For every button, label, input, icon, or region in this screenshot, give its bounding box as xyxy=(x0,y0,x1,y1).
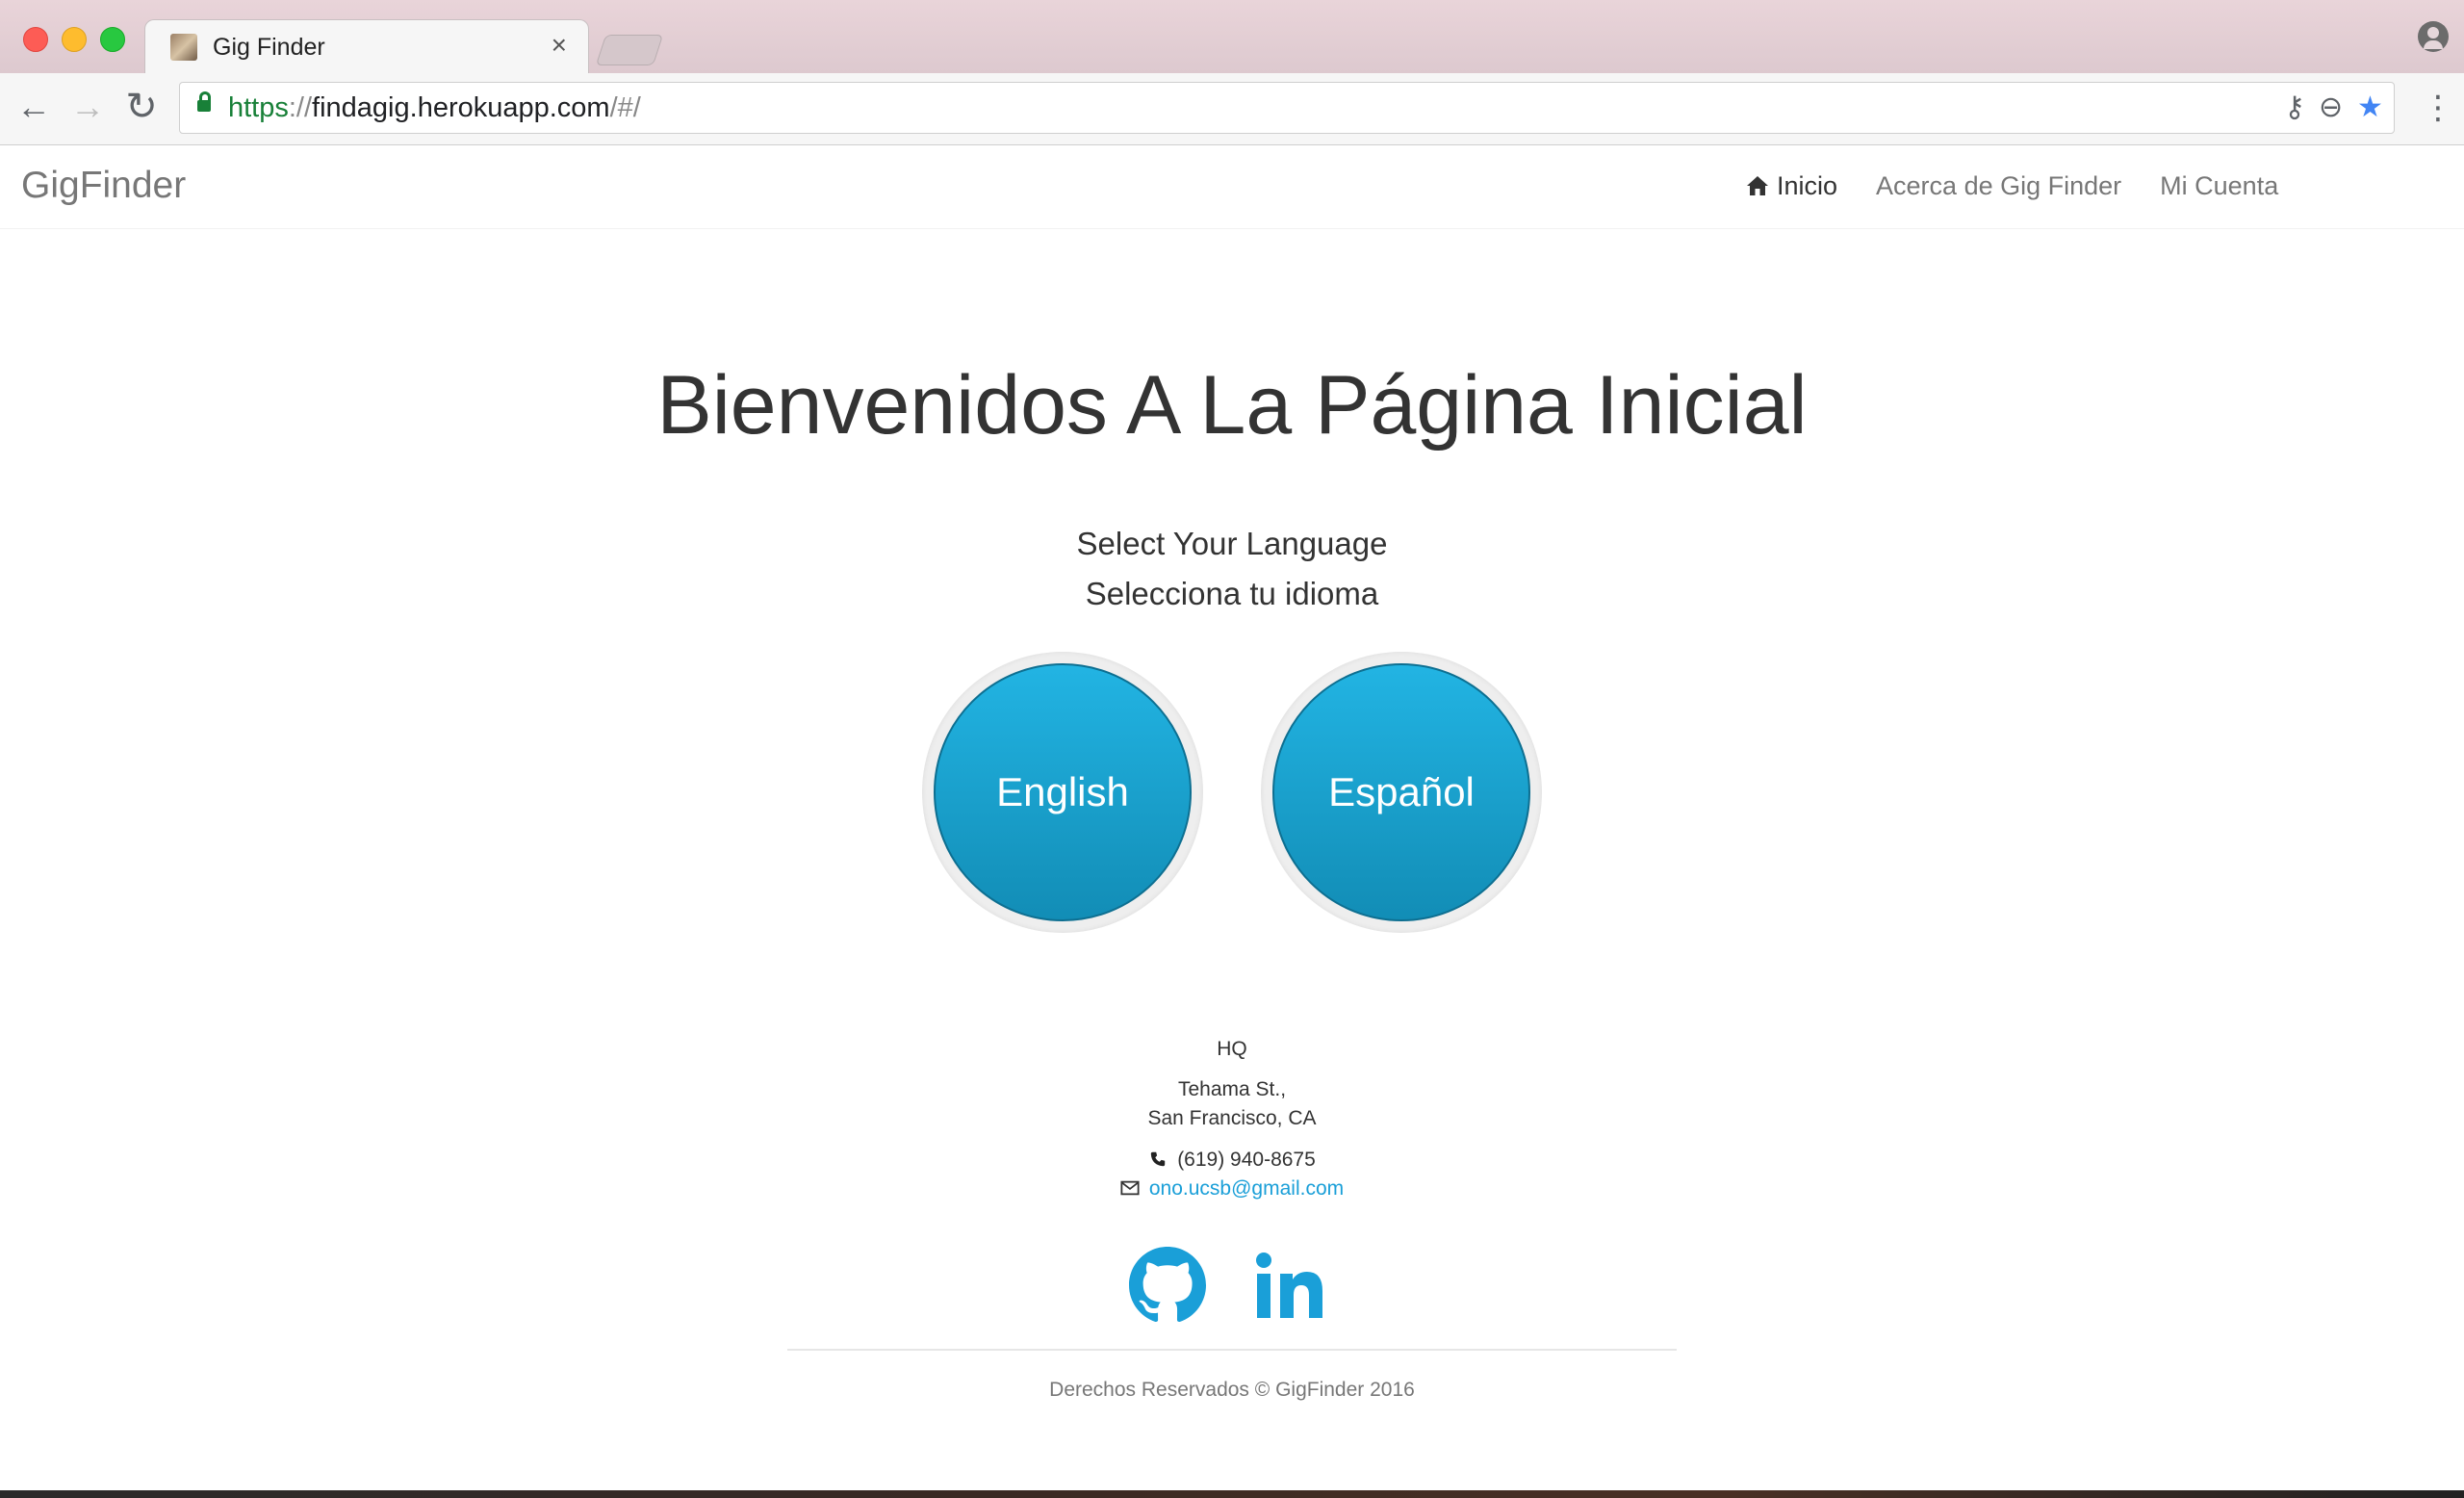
url-text[interactable]: https://findagig.herokuapp.com/#/ xyxy=(228,92,641,123)
star-icon[interactable]: ★ xyxy=(2357,92,2383,123)
tab-title: Gig Finder xyxy=(213,34,325,61)
footer-email-link[interactable]: ono.ucsb@gmail.com xyxy=(1149,1177,1344,1200)
reload-icon[interactable]: ↻ xyxy=(119,85,164,129)
spanish-button-ring: Español xyxy=(1261,652,1542,933)
maximize-window-button[interactable] xyxy=(100,27,125,52)
browser-toolbar: ← → ↻ https://findagig.herokuapp.com/#/ … xyxy=(0,73,2464,145)
footer-city: San Francisco, CA xyxy=(1147,1107,1317,1129)
nav-item-inicio[interactable]: Inicio xyxy=(1746,165,1837,207)
nav-item-label: Inicio xyxy=(1777,171,1838,200)
footer-copyright: Derechos Reservados © GigFinder 2016 xyxy=(1049,1379,1415,1401)
footer-email-row: ono.ucsb@gmail.com xyxy=(0,1175,2464,1203)
tab-close-button[interactable]: × xyxy=(552,32,567,59)
english-button-ring: English xyxy=(922,652,1203,933)
spanish-button[interactable]: Español xyxy=(1272,663,1530,921)
menu-icon[interactable]: ⋮ xyxy=(2422,89,2454,129)
url-separator: :// xyxy=(288,92,313,123)
desktop-background xyxy=(0,1490,2464,1498)
forward-arrow-icon[interactable]: → xyxy=(65,85,110,129)
nav-item-mi-cuenta[interactable]: Mi Cuenta xyxy=(2160,165,2278,207)
site-brand[interactable]: GigFinder xyxy=(21,157,186,215)
key-icon[interactable]: ⚷ xyxy=(2284,92,2305,123)
footer-hq-label: HQ xyxy=(1217,1038,1247,1060)
english-button[interactable]: English xyxy=(934,663,1192,921)
zoom-icon[interactable]: ⊖ xyxy=(2319,92,2343,123)
nav-links: Inicio Acerca de Gig Finder Mi Cuenta xyxy=(1746,165,2278,207)
home-icon xyxy=(1747,176,1768,195)
select-language-prompt-en: Select Your Language xyxy=(1076,526,1388,561)
nav-item-acerca[interactable]: Acerca de Gig Finder xyxy=(1876,165,2121,207)
url-scheme: https xyxy=(228,92,289,123)
web-page: GigFinder Inicio Acerca de Gig Finder Mi… xyxy=(0,145,2464,1490)
phone-icon xyxy=(1150,1151,1166,1167)
site-navbar: GigFinder Inicio Acerca de Gig Finder Mi… xyxy=(0,145,2464,229)
lock-icon[interactable] xyxy=(197,91,211,112)
url-host: findagig.herokuapp.com xyxy=(312,92,610,123)
address-bar[interactable]: https://findagig.herokuapp.com/#/ ⚷ ⊖ ★ xyxy=(179,82,2395,134)
minimize-window-button[interactable] xyxy=(62,27,87,52)
active-tab[interactable]: Gig Finder × xyxy=(144,19,589,74)
back-arrow-icon[interactable]: ← xyxy=(12,85,56,129)
favicon-icon xyxy=(170,34,197,61)
footer-phone-row: (619) 940-8675 xyxy=(0,1146,2464,1175)
new-tab-button[interactable] xyxy=(595,35,664,65)
envelope-icon xyxy=(1120,1180,1140,1196)
github-icon[interactable] xyxy=(1129,1247,1206,1324)
footer-divider xyxy=(787,1349,1677,1351)
close-window-button[interactable] xyxy=(23,27,48,52)
footer-phone: (619) 940-8675 xyxy=(1177,1149,1316,1171)
page-title: Bienvenidos A La Página Inicial xyxy=(656,359,1808,452)
browser-window: Gig Finder × ← → ↻ https://findagig.hero… xyxy=(0,0,2464,1490)
tab-strip: Gig Finder × xyxy=(0,0,2464,74)
profile-icon[interactable] xyxy=(2418,21,2449,52)
url-path: /#/ xyxy=(609,92,641,123)
select-language-prompt-es: Selecciona tu idioma xyxy=(1085,576,1379,611)
linkedin-icon[interactable] xyxy=(1251,1247,1328,1324)
footer-street: Tehama St., xyxy=(1177,1078,1287,1100)
